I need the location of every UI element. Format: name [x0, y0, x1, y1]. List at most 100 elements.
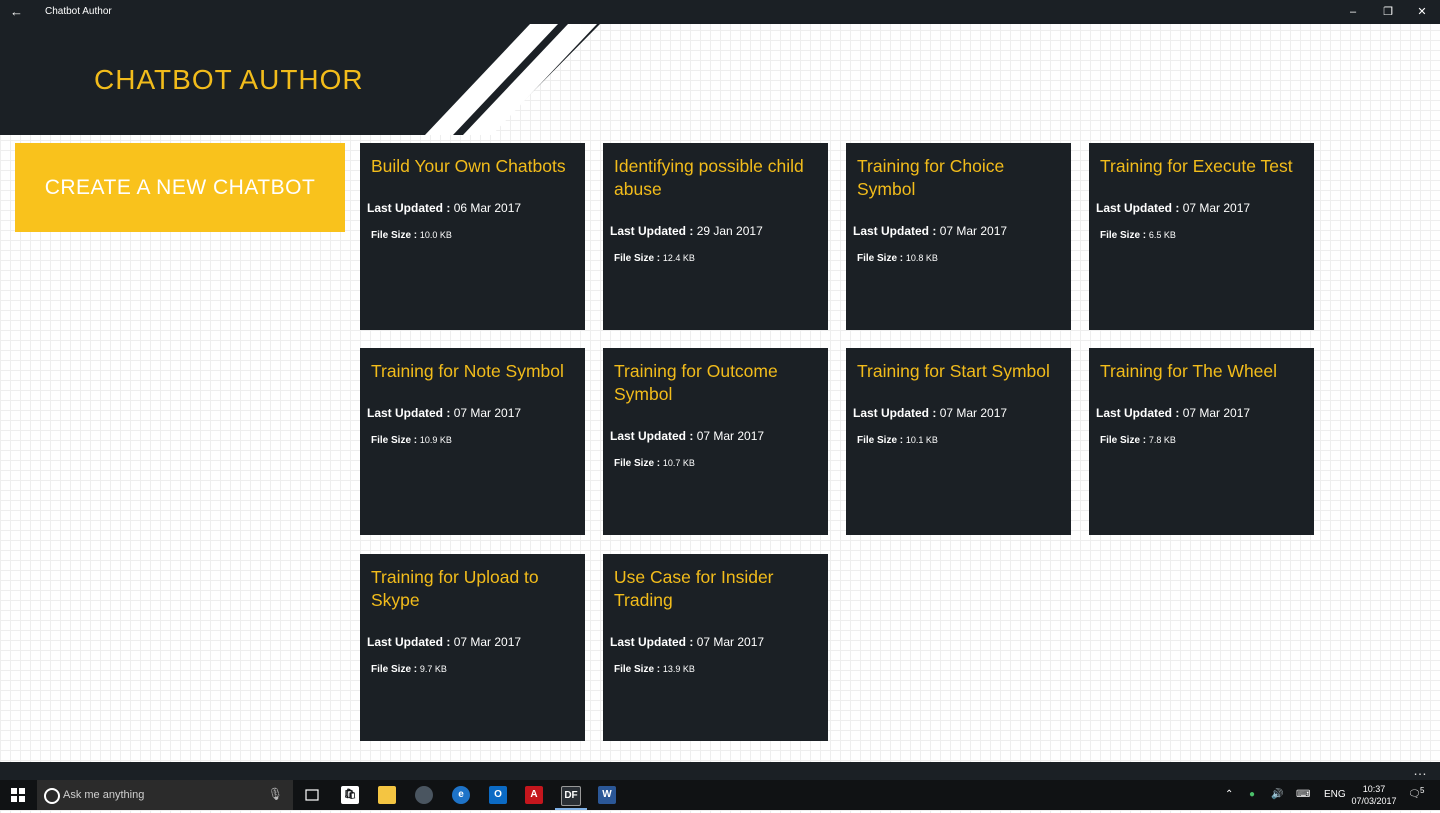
last-updated-value: 07 Mar 2017 [453, 635, 522, 649]
cortana-icon [44, 788, 60, 804]
card-file-size: File Size : 10.7 KB [614, 458, 695, 469]
last-updated-label: Last Updated : [367, 406, 451, 420]
card-title: Training for Upload to Skype [371, 567, 539, 610]
last-updated-label: Last Updated : [610, 224, 694, 238]
word-icon[interactable]: W [598, 786, 616, 804]
last-updated-value: 07 Mar 2017 [1182, 406, 1251, 420]
last-updated-value: 07 Mar 2017 [1182, 201, 1251, 215]
task-view-icon [305, 789, 319, 801]
last-updated-value: 07 Mar 2017 [939, 224, 1008, 238]
last-updated-value: 07 Mar 2017 [453, 406, 522, 420]
df-app-icon[interactable]: DF [561, 786, 581, 806]
card-file-size: File Size : 10.1 KB [857, 435, 938, 446]
card-last-updated: Last Updated : 07 Mar 2017 [1096, 201, 1250, 215]
file-size-label: File Size : [614, 458, 661, 469]
last-updated-label: Last Updated : [853, 406, 937, 420]
file-size-label: File Size : [857, 253, 904, 264]
card-last-updated: Last Updated : 07 Mar 2017 [853, 406, 1007, 420]
card-title: Identifying possible child abuse [614, 156, 804, 199]
volume-icon[interactable]: 🔊 [1271, 780, 1283, 810]
card-file-size: File Size : 9.7 KB [371, 664, 447, 675]
card-file-size: File Size : 6.5 KB [1100, 230, 1176, 241]
more-options-icon[interactable]: … [1413, 762, 1428, 778]
restore-button[interactable]: ❐ [1371, 0, 1405, 24]
last-updated-label: Last Updated : [367, 201, 451, 215]
file-size-value: 10.0 KB [419, 230, 452, 240]
notification-count: 5 [1420, 786, 1425, 795]
chevron-up-icon[interactable]: ⌃ [1225, 780, 1233, 810]
last-updated-value: 07 Mar 2017 [696, 635, 765, 649]
search-placeholder: Ask me anything [63, 789, 145, 801]
store-icon[interactable]: 🛍 [341, 786, 359, 804]
file-size-label: File Size : [371, 664, 418, 675]
minimize-button[interactable]: – [1336, 0, 1370, 24]
outlook-icon[interactable]: O [489, 786, 507, 804]
card-file-size: File Size : 10.9 KB [371, 435, 452, 446]
chatbot-card[interactable]: Use Case for Insider Trading Last Updated… [603, 554, 828, 741]
file-size-label: File Size : [614, 253, 661, 264]
last-updated-label: Last Updated : [1096, 201, 1180, 215]
file-explorer-icon[interactable] [378, 786, 396, 804]
file-size-value: 10.1 KB [905, 435, 938, 445]
language-indicator[interactable]: ENG [1324, 780, 1346, 810]
card-last-updated: Last Updated : 07 Mar 2017 [610, 635, 764, 649]
card-title: Training for Note Symbol [371, 361, 564, 381]
last-updated-label: Last Updated : [853, 224, 937, 238]
file-size-value: 10.7 KB [662, 458, 695, 468]
file-size-label: File Size : [857, 435, 904, 446]
card-title: Training for Start Symbol [857, 361, 1050, 381]
chatbot-card[interactable]: Training for Note Symbol Last Updated : 0… [360, 348, 585, 535]
acrobat-icon[interactable]: A [525, 786, 543, 804]
cortana-search-box[interactable]: Ask me anything 🎙 [37, 780, 293, 810]
card-file-size: File Size : 10.0 KB [371, 230, 452, 241]
start-button[interactable] [0, 780, 36, 810]
file-size-value: 10.9 KB [419, 435, 452, 445]
app-command-bar: … [0, 762, 1440, 780]
card-title: Training for Outcome Symbol [614, 361, 778, 404]
last-updated-value: 06 Mar 2017 [453, 201, 522, 215]
app-globe-icon[interactable] [415, 786, 433, 804]
chatbot-card[interactable]: Training for Execute Test Last Updated : … [1089, 143, 1314, 330]
card-last-updated: Last Updated : 07 Mar 2017 [367, 406, 521, 420]
file-size-label: File Size : [371, 230, 418, 241]
card-last-updated: Last Updated : 07 Mar 2017 [853, 224, 1007, 238]
action-center-icon[interactable]: 🗨 [1408, 780, 1421, 810]
last-updated-label: Last Updated : [610, 635, 694, 649]
clock[interactable]: 10:37 07/03/2017 [1350, 783, 1398, 807]
windows-logo-icon [11, 788, 25, 802]
card-last-updated: Last Updated : 07 Mar 2017 [1096, 406, 1250, 420]
file-size-value: 6.5 KB [1148, 230, 1176, 240]
file-size-label: File Size : [1100, 230, 1147, 241]
card-file-size: File Size : 12.4 KB [614, 253, 695, 264]
card-last-updated: Last Updated : 07 Mar 2017 [610, 429, 764, 443]
card-title: Training for The Wheel [1100, 361, 1278, 381]
last-updated-label: Last Updated : [1096, 406, 1180, 420]
card-last-updated: Last Updated : 07 Mar 2017 [367, 635, 521, 649]
card-title: Training for Execute Test [1100, 156, 1293, 176]
last-updated-label: Last Updated : [367, 635, 451, 649]
create-new-chatbot-button[interactable]: CREATE A NEW CHATBOT [15, 143, 345, 232]
back-arrow-icon[interactable]: ← [10, 4, 23, 19]
chatbot-card[interactable]: Training for The Wheel Last Updated : 07 … [1089, 348, 1314, 535]
network-icon[interactable]: ● [1249, 780, 1255, 810]
microphone-icon[interactable]: 🎙 [268, 787, 283, 801]
keyboard-icon[interactable]: ⌨ [1296, 780, 1310, 810]
card-title: Training for Choice Symbol [857, 156, 1005, 199]
clock-date: 07/03/2017 [1351, 796, 1397, 806]
file-size-value: 7.8 KB [1148, 435, 1176, 445]
card-file-size: File Size : 13.9 KB [614, 664, 695, 675]
close-button[interactable]: ✕ [1405, 0, 1439, 24]
edge-icon[interactable]: e [452, 786, 470, 804]
card-last-updated: Last Updated : 29 Jan 2017 [610, 224, 763, 238]
chatbot-card[interactable]: Identifying possible child abuse Last Upd… [603, 143, 828, 330]
clock-time: 10:37 [1362, 784, 1386, 794]
file-size-label: File Size : [1100, 435, 1147, 446]
file-size-value: 13.9 KB [662, 664, 695, 674]
chatbot-card[interactable]: Training for Upload to Skype Last Updated… [360, 554, 585, 741]
chatbot-card[interactable]: Training for Outcome Symbol Last Updated … [603, 348, 828, 535]
task-view-button[interactable] [300, 780, 324, 810]
chatbot-card[interactable]: Training for Start Symbol Last Updated : … [846, 348, 1071, 535]
chatbot-card[interactable]: Build Your Own Chatbots Last Updated : 06… [360, 143, 585, 330]
chatbot-card[interactable]: Training for Choice Symbol Last Updated :… [846, 143, 1071, 330]
window-title: Chatbot Author [45, 6, 112, 17]
